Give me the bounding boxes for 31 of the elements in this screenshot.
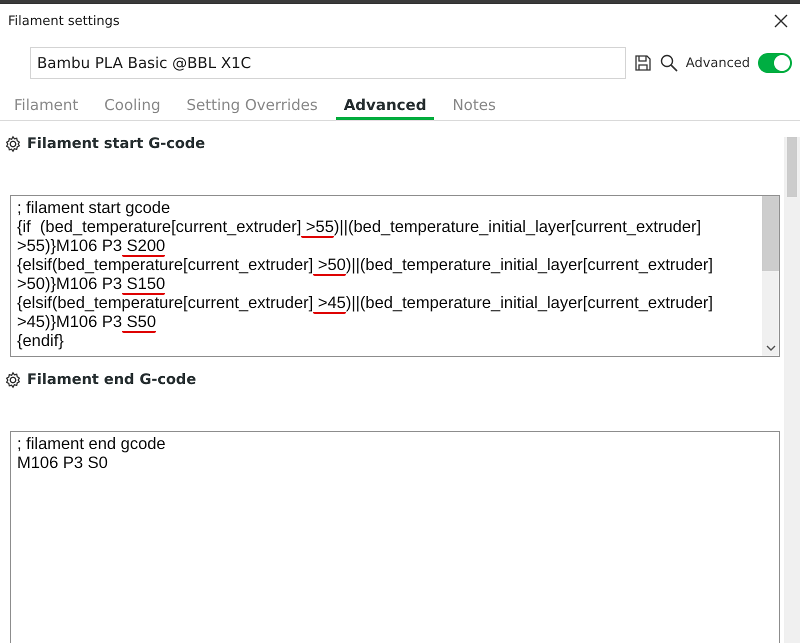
gear-icon: [4, 371, 22, 389]
close-icon[interactable]: [774, 14, 788, 28]
code-line: >45)}M106 P3 S50: [17, 313, 157, 332]
code-line: {elsif(bed_temperature[current_extruder] >50)||(bed_temperature_initial_layer[current_extruder]: [17, 256, 714, 275]
window-title: Filament settings: [8, 14, 120, 28]
preset-field[interactable]: Bambu PLA Basic @BBL X1C: [30, 47, 626, 79]
advanced-label: Advanced: [686, 56, 750, 70]
code-line: {if (bed_temperature[current_extruder] >55)||(bed_temperature_initial_layer[current_extruder]: [17, 218, 702, 237]
search-icon[interactable]: [660, 54, 678, 72]
tab[interactable]: Setting Overrides: [178, 90, 326, 120]
page-scrollbar[interactable]: [784, 137, 800, 643]
advanced-toggle[interactable]: [758, 53, 792, 73]
code-line: {elsif(bed_temperature[current_extruder] >45)||(bed_temperature_initial_layer[current_extruder]: [17, 294, 714, 313]
tab[interactable]: Notes: [444, 90, 504, 120]
section-title: Filament end G-code: [27, 372, 196, 388]
gcode-editor[interactable]: [10, 195, 780, 357]
tab[interactable]: Cooling: [96, 90, 168, 120]
tab[interactable]: Filament: [6, 90, 86, 120]
section-title: Filament start G-code: [27, 136, 206, 152]
code-line: >50)}M106 P3 S150: [17, 275, 166, 294]
code-line: >55)}M106 P3 S200: [17, 237, 166, 256]
gear-icon: [4, 135, 22, 153]
code-line: M106 P3 S0: [17, 454, 109, 473]
code-line: ; filament start gcode: [17, 199, 172, 218]
code-line: ; filament end gcode: [17, 435, 167, 454]
scrollbar[interactable]: [762, 196, 779, 356]
gcode-editor[interactable]: ; filament end gcode M106 P3 S0: [10, 431, 780, 643]
tab[interactable]: Advanced: [336, 90, 434, 120]
save-icon[interactable]: [634, 54, 652, 72]
code-line: {endif}: [17, 332, 65, 351]
scroll-thumb[interactable]: [762, 196, 779, 271]
